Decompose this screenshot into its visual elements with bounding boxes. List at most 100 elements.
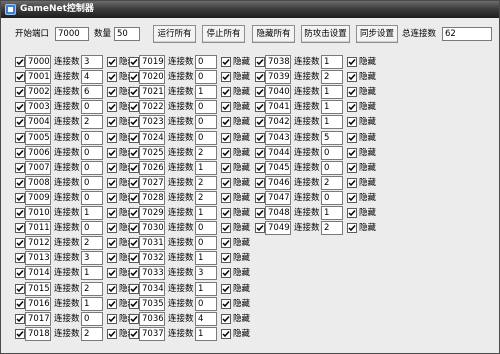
hide-checkbox[interactable] [107, 87, 117, 98]
port-number-field[interactable]: 7042 [265, 115, 291, 130]
connections-field[interactable]: 2 [81, 326, 103, 341]
enable-checkbox[interactable] [15, 238, 25, 249]
connections-field[interactable]: 2 [195, 175, 217, 190]
connections-field[interactable]: 2 [195, 190, 217, 205]
hide-checkbox[interactable] [221, 223, 231, 234]
connections-field[interactable]: 0 [195, 296, 217, 311]
hide-checkbox[interactable] [107, 177, 117, 188]
hide-checkbox[interactable] [221, 102, 231, 113]
port-number-field[interactable]: 7045 [265, 160, 291, 175]
hide-checkbox[interactable] [107, 162, 117, 173]
hide-checkbox[interactable] [107, 313, 117, 324]
enable-checkbox[interactable] [129, 253, 139, 264]
enable-checkbox[interactable] [129, 208, 139, 218]
connections-field[interactable]: 0 [81, 130, 103, 145]
connections-field[interactable]: 1 [195, 160, 217, 175]
connections-field[interactable]: 1 [195, 281, 217, 296]
enable-checkbox[interactable] [15, 313, 25, 324]
port-number-field[interactable]: 7014 [25, 266, 51, 281]
enable-checkbox[interactable] [255, 177, 265, 188]
port-number-field[interactable]: 7044 [265, 145, 291, 160]
connections-field[interactable]: 2 [81, 281, 103, 296]
port-number-field[interactable]: 7043 [265, 130, 291, 145]
connections-field[interactable]: 6 [81, 85, 103, 100]
enable-checkbox[interactable] [15, 283, 25, 294]
enable-checkbox[interactable] [129, 117, 139, 128]
port-number-field[interactable]: 7013 [25, 251, 51, 266]
enable-checkbox[interactable] [15, 87, 25, 98]
port-number-field[interactable]: 7033 [139, 266, 165, 281]
hide-checkbox[interactable] [107, 192, 117, 203]
hide-checkbox[interactable] [221, 328, 231, 339]
port-number-field[interactable]: 7046 [265, 175, 291, 190]
enable-checkbox[interactable] [255, 147, 265, 158]
connections-field[interactable]: 3 [81, 55, 103, 69]
connections-field[interactable]: 0 [81, 145, 103, 160]
enable-checkbox[interactable] [15, 102, 25, 113]
hide-checkbox[interactable] [347, 177, 357, 188]
hide-checkbox[interactable] [107, 253, 117, 264]
enable-checkbox[interactable] [15, 72, 25, 83]
enable-checkbox[interactable] [255, 223, 265, 234]
hide-checkbox[interactable] [221, 253, 231, 264]
hide-checkbox[interactable] [347, 132, 357, 143]
hide-checkbox[interactable] [221, 117, 231, 128]
port-number-field[interactable]: 7001 [25, 70, 51, 85]
enable-checkbox[interactable] [129, 283, 139, 294]
hide-checkbox[interactable] [347, 72, 357, 83]
run-all-button[interactable]: 运行所有 [153, 25, 196, 43]
start-port-input[interactable]: 7000 [55, 27, 89, 41]
port-number-field[interactable]: 7040 [265, 85, 291, 100]
port-number-field[interactable]: 7023 [139, 115, 165, 130]
enable-checkbox[interactable] [129, 223, 139, 234]
connections-field[interactable]: 2 [321, 221, 343, 236]
hide-checkbox[interactable] [221, 283, 231, 294]
hide-checkbox[interactable] [107, 298, 117, 309]
enable-checkbox[interactable] [255, 72, 265, 83]
connections-field[interactable]: 3 [81, 251, 103, 266]
connections-field[interactable]: 0 [81, 190, 103, 205]
hide-checkbox[interactable] [107, 117, 117, 128]
enable-checkbox[interactable] [129, 57, 139, 67]
port-number-field[interactable]: 7035 [139, 296, 165, 311]
enable-checkbox[interactable] [255, 132, 265, 143]
hide-all-button[interactable]: 隐藏所有 [252, 25, 295, 43]
hide-checkbox[interactable] [107, 102, 117, 113]
enable-checkbox[interactable] [255, 87, 265, 98]
port-number-field[interactable]: 7048 [265, 206, 291, 220]
hide-checkbox[interactable] [221, 298, 231, 309]
connections-field[interactable]: 0 [81, 221, 103, 236]
enable-checkbox[interactable] [255, 162, 265, 173]
port-number-field[interactable]: 7019 [139, 55, 165, 69]
hide-checkbox[interactable] [347, 102, 357, 113]
port-number-field[interactable]: 7041 [265, 100, 291, 115]
connections-field[interactable]: 0 [321, 145, 343, 160]
connections-field[interactable]: 0 [81, 311, 103, 326]
connections-field[interactable]: 4 [81, 70, 103, 85]
connections-field[interactable]: 5 [321, 130, 343, 145]
port-number-field[interactable]: 7049 [265, 221, 291, 236]
port-number-field[interactable]: 7006 [25, 145, 51, 160]
enable-checkbox[interactable] [255, 208, 265, 218]
hide-checkbox[interactable] [107, 147, 117, 158]
enable-checkbox[interactable] [15, 147, 25, 158]
enable-checkbox[interactable] [15, 223, 25, 234]
hide-checkbox[interactable] [347, 223, 357, 234]
enable-checkbox[interactable] [15, 192, 25, 203]
port-number-field[interactable]: 7038 [265, 55, 291, 69]
hide-checkbox[interactable] [221, 238, 231, 249]
enable-checkbox[interactable] [255, 57, 265, 67]
enable-checkbox[interactable] [129, 87, 139, 98]
hide-checkbox[interactable] [221, 57, 231, 67]
enable-checkbox[interactable] [129, 313, 139, 324]
hide-checkbox[interactable] [107, 328, 117, 339]
enable-checkbox[interactable] [129, 177, 139, 188]
enable-checkbox[interactable] [255, 117, 265, 128]
connections-field[interactable]: 0 [195, 115, 217, 130]
port-number-field[interactable]: 7010 [25, 206, 51, 220]
connections-field[interactable]: 2 [321, 70, 343, 85]
enable-checkbox[interactable] [15, 328, 25, 339]
hide-checkbox[interactable] [107, 208, 117, 218]
port-number-field[interactable]: 7008 [25, 175, 51, 190]
connections-field[interactable]: 1 [195, 206, 217, 220]
